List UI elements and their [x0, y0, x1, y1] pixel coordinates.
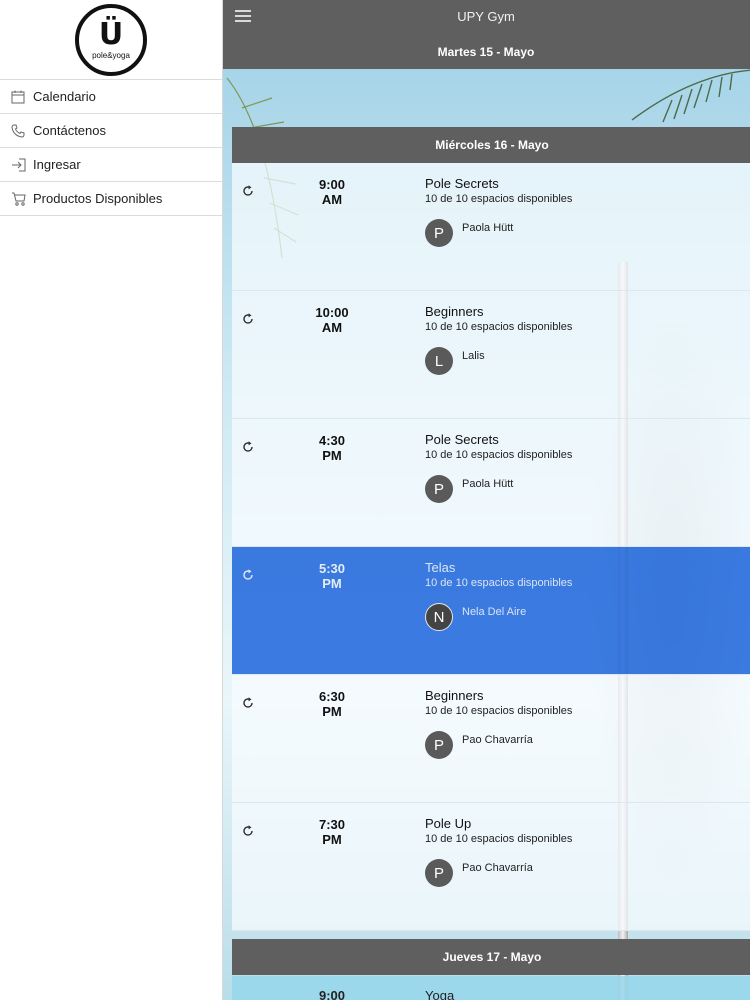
menu-item-label: Productos Disponibles [33, 191, 163, 206]
instructor-name: Pao Chavarría [462, 734, 533, 746]
sidebar: Ü pole&yoga Calendario Contáctenos Ingre… [0, 0, 223, 1000]
class-time: 9:00 AM [318, 177, 346, 207]
logo-mark: Ü [98, 16, 124, 52]
menu-item-ingresar[interactable]: Ingresar [0, 148, 222, 182]
class-time: 9:00 [318, 988, 346, 1000]
class-spots: 10 de 10 espacios disponibles [425, 705, 573, 717]
avatar: P [425, 219, 453, 247]
class-time: 4:30 PM [318, 433, 346, 463]
cart-icon [10, 191, 26, 207]
instructor-name: Lalis [462, 350, 485, 362]
avatar: P [425, 475, 453, 503]
class-row[interactable]: 9:00 AM Pole Secrets 10 de 10 espacios di… [232, 163, 750, 291]
recurring-icon [243, 697, 253, 708]
avatar: N [425, 603, 453, 631]
class-row-partial[interactable]: 9:00 Yoga [232, 976, 750, 1000]
menu-item-label: Calendario [33, 89, 96, 104]
class-name: Pole Secrets [425, 176, 499, 191]
avatar: P [425, 859, 453, 887]
class-name: Yoga [425, 988, 455, 1000]
recurring-icon [243, 825, 253, 836]
class-row[interactable]: 7:30 PM Pole Up 10 de 10 espacios disponi… [232, 803, 750, 931]
schedule-panel: UPY Gym Martes 15 - Mayo Miércoles 16 - … [222, 0, 750, 1000]
class-time: 7:30 PM [318, 817, 346, 847]
avatar: P [425, 731, 453, 759]
menu-item-contactenos[interactable]: Contáctenos [0, 114, 222, 148]
day-header: Jueves 17 - Mayo [232, 939, 750, 975]
class-spots: 10 de 10 espacios disponibles [425, 449, 573, 461]
instructor-name: Nela Del Aire [462, 606, 527, 618]
class-spots: 10 de 10 espacios disponibles [425, 577, 573, 589]
class-name: Beginners [425, 688, 484, 703]
instructor-name: Paola Hütt [462, 222, 514, 234]
menu-item-label: Contáctenos [33, 123, 106, 138]
menu-item-productos[interactable]: Productos Disponibles [0, 182, 222, 216]
menu-item-label: Ingresar [33, 157, 81, 172]
class-time: 5:30 PM [318, 561, 346, 591]
class-spots: 10 de 10 espacios disponibles [425, 321, 573, 333]
class-row-selected[interactable]: 5:30 PM Telas 10 de 10 espacios disponibl… [232, 547, 750, 675]
calendar-icon [10, 89, 26, 105]
class-row[interactable]: 10:00 AM Beginners 10 de 10 espacios disp… [232, 291, 750, 419]
avatar: L [425, 347, 453, 375]
class-row[interactable]: 4:30 PM Pole Secrets 10 de 10 espacios di… [232, 419, 750, 547]
logo-text: pole&yoga [92, 50, 130, 60]
phone-icon [10, 123, 26, 139]
app-header: UPY Gym [222, 0, 750, 34]
recurring-icon [243, 569, 253, 580]
recurring-icon [243, 185, 253, 196]
recurring-icon [243, 313, 253, 324]
login-icon [10, 157, 26, 173]
class-spots: 10 de 10 espacios disponibles [425, 833, 573, 845]
palm-leaf-image [631, 69, 750, 123]
class-name: Pole Up [425, 816, 472, 831]
menu-item-calendario[interactable]: Calendario [0, 80, 222, 114]
day-header: Martes 15 - Mayo [222, 34, 750, 69]
day-header: Miércoles 16 - Mayo [232, 127, 750, 163]
class-name: Telas [425, 560, 456, 575]
recurring-icon [243, 441, 253, 452]
class-row[interactable]: 6:30 PM Beginners 10 de 10 espacios dispo… [232, 675, 750, 803]
class-spots: 10 de 10 espacios disponibles [425, 193, 573, 205]
logo-area: Ü pole&yoga [0, 0, 222, 80]
instructor-name: Pao Chavarría [462, 862, 533, 874]
instructor-name: Paola Hütt [462, 478, 514, 490]
brand-logo[interactable]: Ü pole&yoga [75, 3, 147, 76]
class-name: Beginners [425, 304, 484, 319]
class-name: Pole Secrets [425, 432, 499, 447]
class-time: 6:30 PM [318, 689, 346, 719]
class-time: 10:00 AM [315, 305, 349, 335]
page-title: UPY Gym [457, 9, 515, 24]
